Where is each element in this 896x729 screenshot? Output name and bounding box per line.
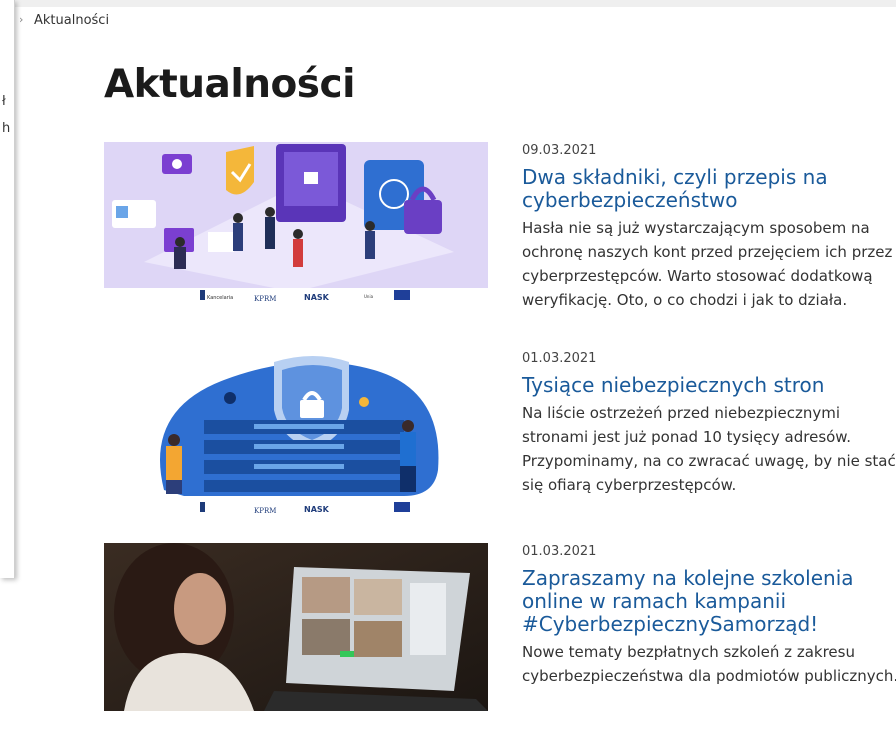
side-panel-text-fragment: h: [2, 121, 11, 136]
kprm-logo: KPRM: [254, 295, 276, 303]
news-excerpt: Na liście ostrzeżeń przed niebezpiecznym…: [522, 404, 896, 494]
news-item: Kancelaria KPRM NASK Unia 09.03.2021 Dwa…: [104, 142, 896, 312]
news-excerpt: Hasła nie są już wystarczającym sposobem…: [522, 219, 893, 309]
breadcrumb-separator-icon: ›: [19, 13, 24, 26]
page-title: Aktualności: [104, 62, 355, 107]
news-thumbnail[interactable]: [104, 543, 488, 711]
news-thumbnail[interactable]: KPRM NASK: [104, 350, 488, 516]
news-excerpt: Nowe tematy bezpłatnych szkoleń z zakres…: [522, 643, 896, 685]
news-date: 01.03.2021: [522, 544, 597, 559]
side-panel-text-fragment: ł: [2, 94, 6, 109]
nask-logo: NASK: [304, 505, 330, 514]
news-title-link[interactable]: Zapraszamy na kolejne szkolenia online w…: [522, 567, 896, 636]
news-date: 09.03.2021: [522, 143, 597, 158]
news-title-link[interactable]: Dwa składniki, czyli przepis na cyberbez…: [522, 166, 896, 212]
breadcrumb[interactable]: Aktualności: [34, 13, 109, 28]
isometric-security-illustration: Kancelaria KPRM NASK Unia: [104, 142, 488, 304]
news-text: 09.03.2021 Dwa składniki, czyli przepis …: [522, 142, 896, 312]
news-title-link[interactable]: Tysiące niebezpiecznych stron: [522, 374, 896, 397]
side-panel: ł h: [0, 0, 15, 578]
news-text: 01.03.2021 Tysiące niebezpiecznych stron…: [522, 350, 896, 497]
kprm-logo: KPRM: [254, 507, 276, 515]
shield-servers-illustration: KPRM NASK: [104, 350, 488, 516]
top-bar: [0, 0, 896, 7]
news-item: KPRM NASK 01.03.2021 Tysiące niebezpiecz…: [104, 350, 896, 520]
svg-text:Kancelaria: Kancelaria: [207, 295, 233, 301]
nask-logo: NASK: [304, 293, 330, 302]
video-call-photo: [104, 543, 488, 711]
news-date: 01.03.2021: [522, 351, 597, 366]
news-thumbnail[interactable]: Kancelaria KPRM NASK Unia: [104, 142, 488, 304]
news-text: 01.03.2021 Zapraszamy na kolejne szkolen…: [522, 543, 896, 688]
news-item: 01.03.2021 Zapraszamy na kolejne szkolen…: [104, 543, 896, 713]
svg-text:Unia: Unia: [364, 294, 374, 299]
